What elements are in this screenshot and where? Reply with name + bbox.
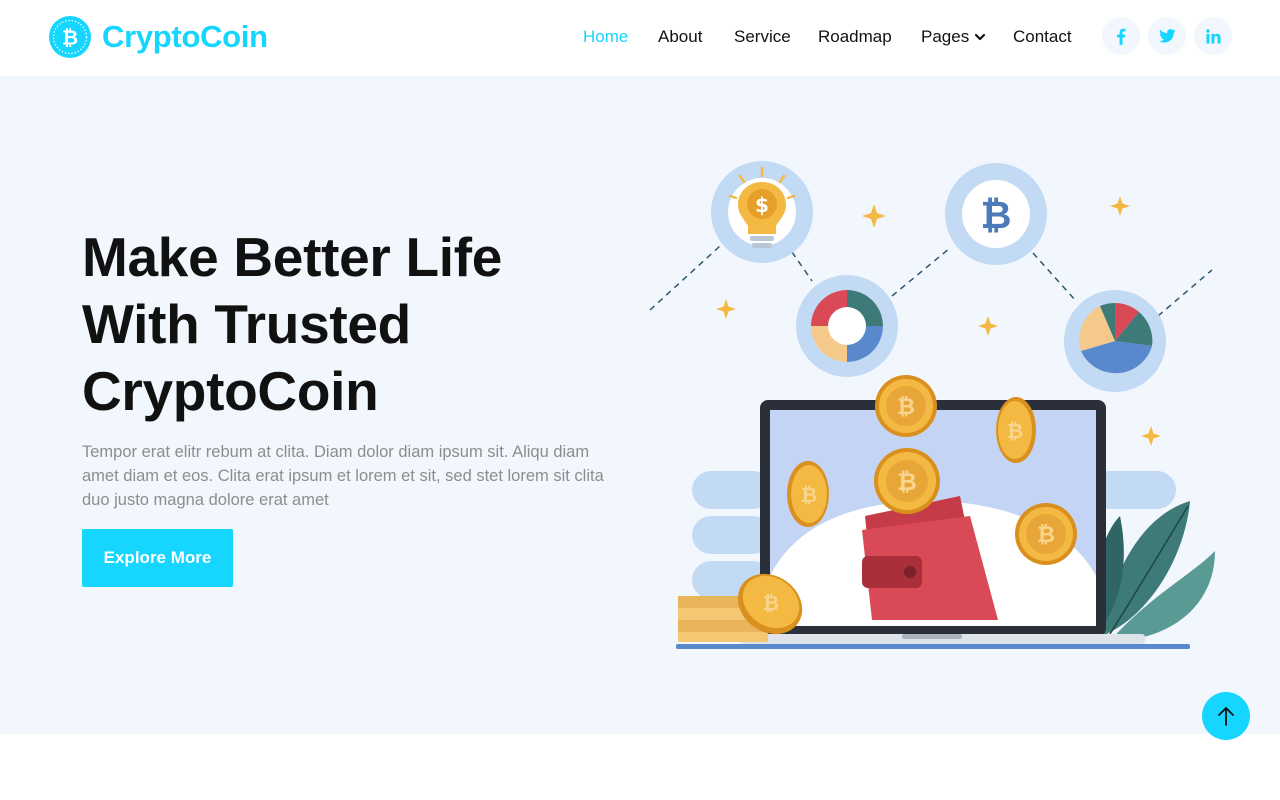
donut-chart-icon xyxy=(796,275,898,377)
facebook-icon xyxy=(1117,28,1126,45)
lightbulb-dollar-icon: $ xyxy=(711,161,813,263)
nav-service[interactable]: Service xyxy=(734,26,791,48)
nav-roadmap[interactable]: Roadmap xyxy=(818,26,892,48)
hero-title-line-3: CryptoCoin xyxy=(82,360,379,422)
bitcoin-logo-icon: ₿ xyxy=(49,16,91,58)
bitcoin-bubble-icon: ₿ xyxy=(945,163,1047,265)
bitcoin-coin-4: ₿ xyxy=(787,461,829,527)
svg-text:₿: ₿ xyxy=(801,483,817,507)
explore-more-button[interactable]: Explore More xyxy=(82,529,233,587)
bitcoin-coin-2: ₿ xyxy=(875,375,937,437)
facebook-button[interactable] xyxy=(1102,17,1140,55)
arrow-up-icon xyxy=(1218,707,1234,726)
plant-leaves xyxy=(1093,501,1215,641)
hero-description: Tempor erat elitr rebum at clita. Diam d… xyxy=(82,443,604,509)
hero-title-line-1: Make Better Life xyxy=(82,226,503,288)
navbar: ₿ CryptoCoin Home About Service Roadmap … xyxy=(0,0,1280,76)
twitter-icon xyxy=(1158,29,1176,43)
svg-text:$: $ xyxy=(755,193,769,217)
bitcoin-coin-5: ₿ xyxy=(1015,503,1077,565)
chevron-down-icon xyxy=(975,33,986,41)
svg-text:₿: ₿ xyxy=(763,591,779,615)
nav-contact[interactable]: Contact xyxy=(1013,26,1072,48)
back-to-top-button[interactable] xyxy=(1202,692,1250,740)
linkedin-icon xyxy=(1205,28,1221,44)
nav-pages-label: Pages xyxy=(921,27,970,46)
svg-text:₿: ₿ xyxy=(1007,419,1023,443)
linkedin-button[interactable] xyxy=(1194,17,1232,55)
svg-text:₿: ₿ xyxy=(1037,523,1055,548)
svg-text:₿: ₿ xyxy=(981,193,1012,237)
svg-text:₿: ₿ xyxy=(62,26,78,50)
hero-section: Make Better Life With Trusted CryptoCoin… xyxy=(0,76,1280,734)
crypto-wallet-laptop-illustration: $ ₿ ₿ ₿ ₿ ₿ ₿ ₿ xyxy=(649,161,1215,649)
hero-title: Make Better Life With Trusted CryptoCoin xyxy=(82,224,642,425)
pie-chart-icon xyxy=(1064,290,1166,392)
svg-text:₿: ₿ xyxy=(897,395,915,420)
bitcoin-coin-1: ₿ xyxy=(874,448,940,514)
brand-name: CryptoCoin xyxy=(102,19,268,54)
svg-text:₿: ₿ xyxy=(897,468,917,496)
hero-title-line-2: With Trusted xyxy=(82,293,411,355)
bitcoin-coin-3: ₿ xyxy=(996,397,1036,463)
brand-link[interactable]: ₿ CryptoCoin xyxy=(48,14,268,60)
nav-pages-dropdown[interactable]: Pages xyxy=(921,26,987,48)
nav-home[interactable]: Home xyxy=(583,26,628,48)
nav-about[interactable]: About xyxy=(658,26,702,48)
twitter-button[interactable] xyxy=(1148,17,1186,55)
